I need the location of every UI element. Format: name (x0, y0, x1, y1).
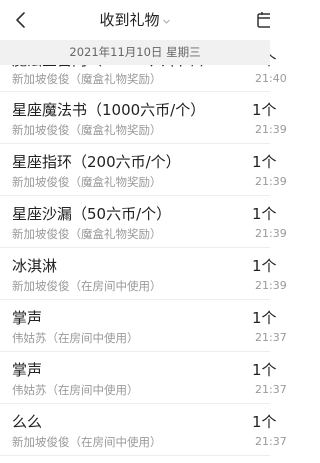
calendar-icon (257, 12, 270, 28)
date-header: 2021年11月10日 星期三 (0, 40, 270, 65)
gift-quantity: 1个 (252, 309, 277, 327)
gift-time: 21:37 (255, 383, 287, 396)
gift-quantity: 1个 (252, 205, 277, 223)
calendar-button[interactable] (256, 10, 270, 30)
gift-quantity: 1个 (252, 413, 277, 431)
gift-quantity: 1个 (252, 153, 277, 171)
gift-name: 冰淇淋 (12, 257, 58, 275)
gift-time: 21:40 (255, 72, 287, 85)
gift-quantity: 1个 (252, 101, 277, 119)
gift-time: 21:37 (255, 331, 287, 344)
gift-row[interactable]: 星座魔法书（1000六币/个） 新加坡俊俊（魔盒礼物奖励） 1个 21:39 (0, 92, 287, 144)
gift-quantity: 1个 (252, 361, 277, 379)
gift-row[interactable]: 掌声伟姑苏（在房间中使用） 1个 21:37 (0, 300, 287, 352)
gift-name: 星座魔法书（1000六币/个） (12, 101, 206, 119)
gift-name: 星座指环（200六币/个） (12, 153, 181, 171)
top-bar: 收到礼物 (0, 0, 270, 40)
gift-name: 星座沙漏（50六币/个） (12, 205, 172, 223)
gift-time: 21:39 (255, 123, 287, 136)
gift-time: 21:37 (255, 435, 287, 448)
gift-row[interactable]: 星座沙漏（50六币/个） 新加坡俊俊（魔盒礼物奖励） 1个 21:39 (0, 196, 287, 248)
gift-list: 魔法星宫门（50000六币/个）新加坡俊俊（魔盒礼物奖励）1个21:40星座魔法… (0, 40, 287, 456)
gift-name: 掌声 (12, 361, 43, 379)
gift-quantity: 1个 (252, 257, 277, 275)
gift-source: 新加坡俊俊（魔盒礼物奖励） (12, 123, 162, 137)
gift-source: 伟姑苏（在房间中使用） (12, 331, 139, 345)
title-dropdown[interactable]: 收到礼物 (0, 10, 270, 31)
gift-source: 新加坡俊俊（在房间中使用） (12, 279, 162, 293)
gift-row[interactable]: 掌声伟姑苏（在房间中使用） 1个 21:37 (0, 352, 287, 404)
gift-time: 21:39 (255, 279, 287, 292)
chevron-down-icon (162, 11, 171, 31)
gift-source: 新加坡俊俊（魔盒礼物奖励） (12, 175, 162, 189)
gift-time: 21:39 (255, 175, 287, 188)
gift-name: 掌声 (12, 309, 43, 327)
gift-name: 么么 (12, 413, 43, 431)
gift-source: 新加坡俊俊（在房间中使用） (12, 435, 162, 449)
gift-source: 新加坡俊俊（魔盒礼物奖励） (12, 72, 162, 86)
gift-time: 21:39 (255, 227, 287, 240)
gift-source: 伟姑苏（在房间中使用） (12, 383, 139, 397)
gift-source: 新加坡俊俊（魔盒礼物奖励） (12, 227, 162, 241)
page-title: 收到礼物 (99, 11, 160, 29)
gift-row[interactable]: 么么新加坡俊俊（在房间中使用） 1个 21:37 (0, 404, 287, 456)
gift-row[interactable]: 冰淇淋新加坡俊俊（在房间中使用） 1个 21:39 (0, 248, 287, 300)
gift-row[interactable]: 星座指环（200六币/个） 新加坡俊俊（魔盒礼物奖励） 1个 21:39 (0, 144, 287, 196)
